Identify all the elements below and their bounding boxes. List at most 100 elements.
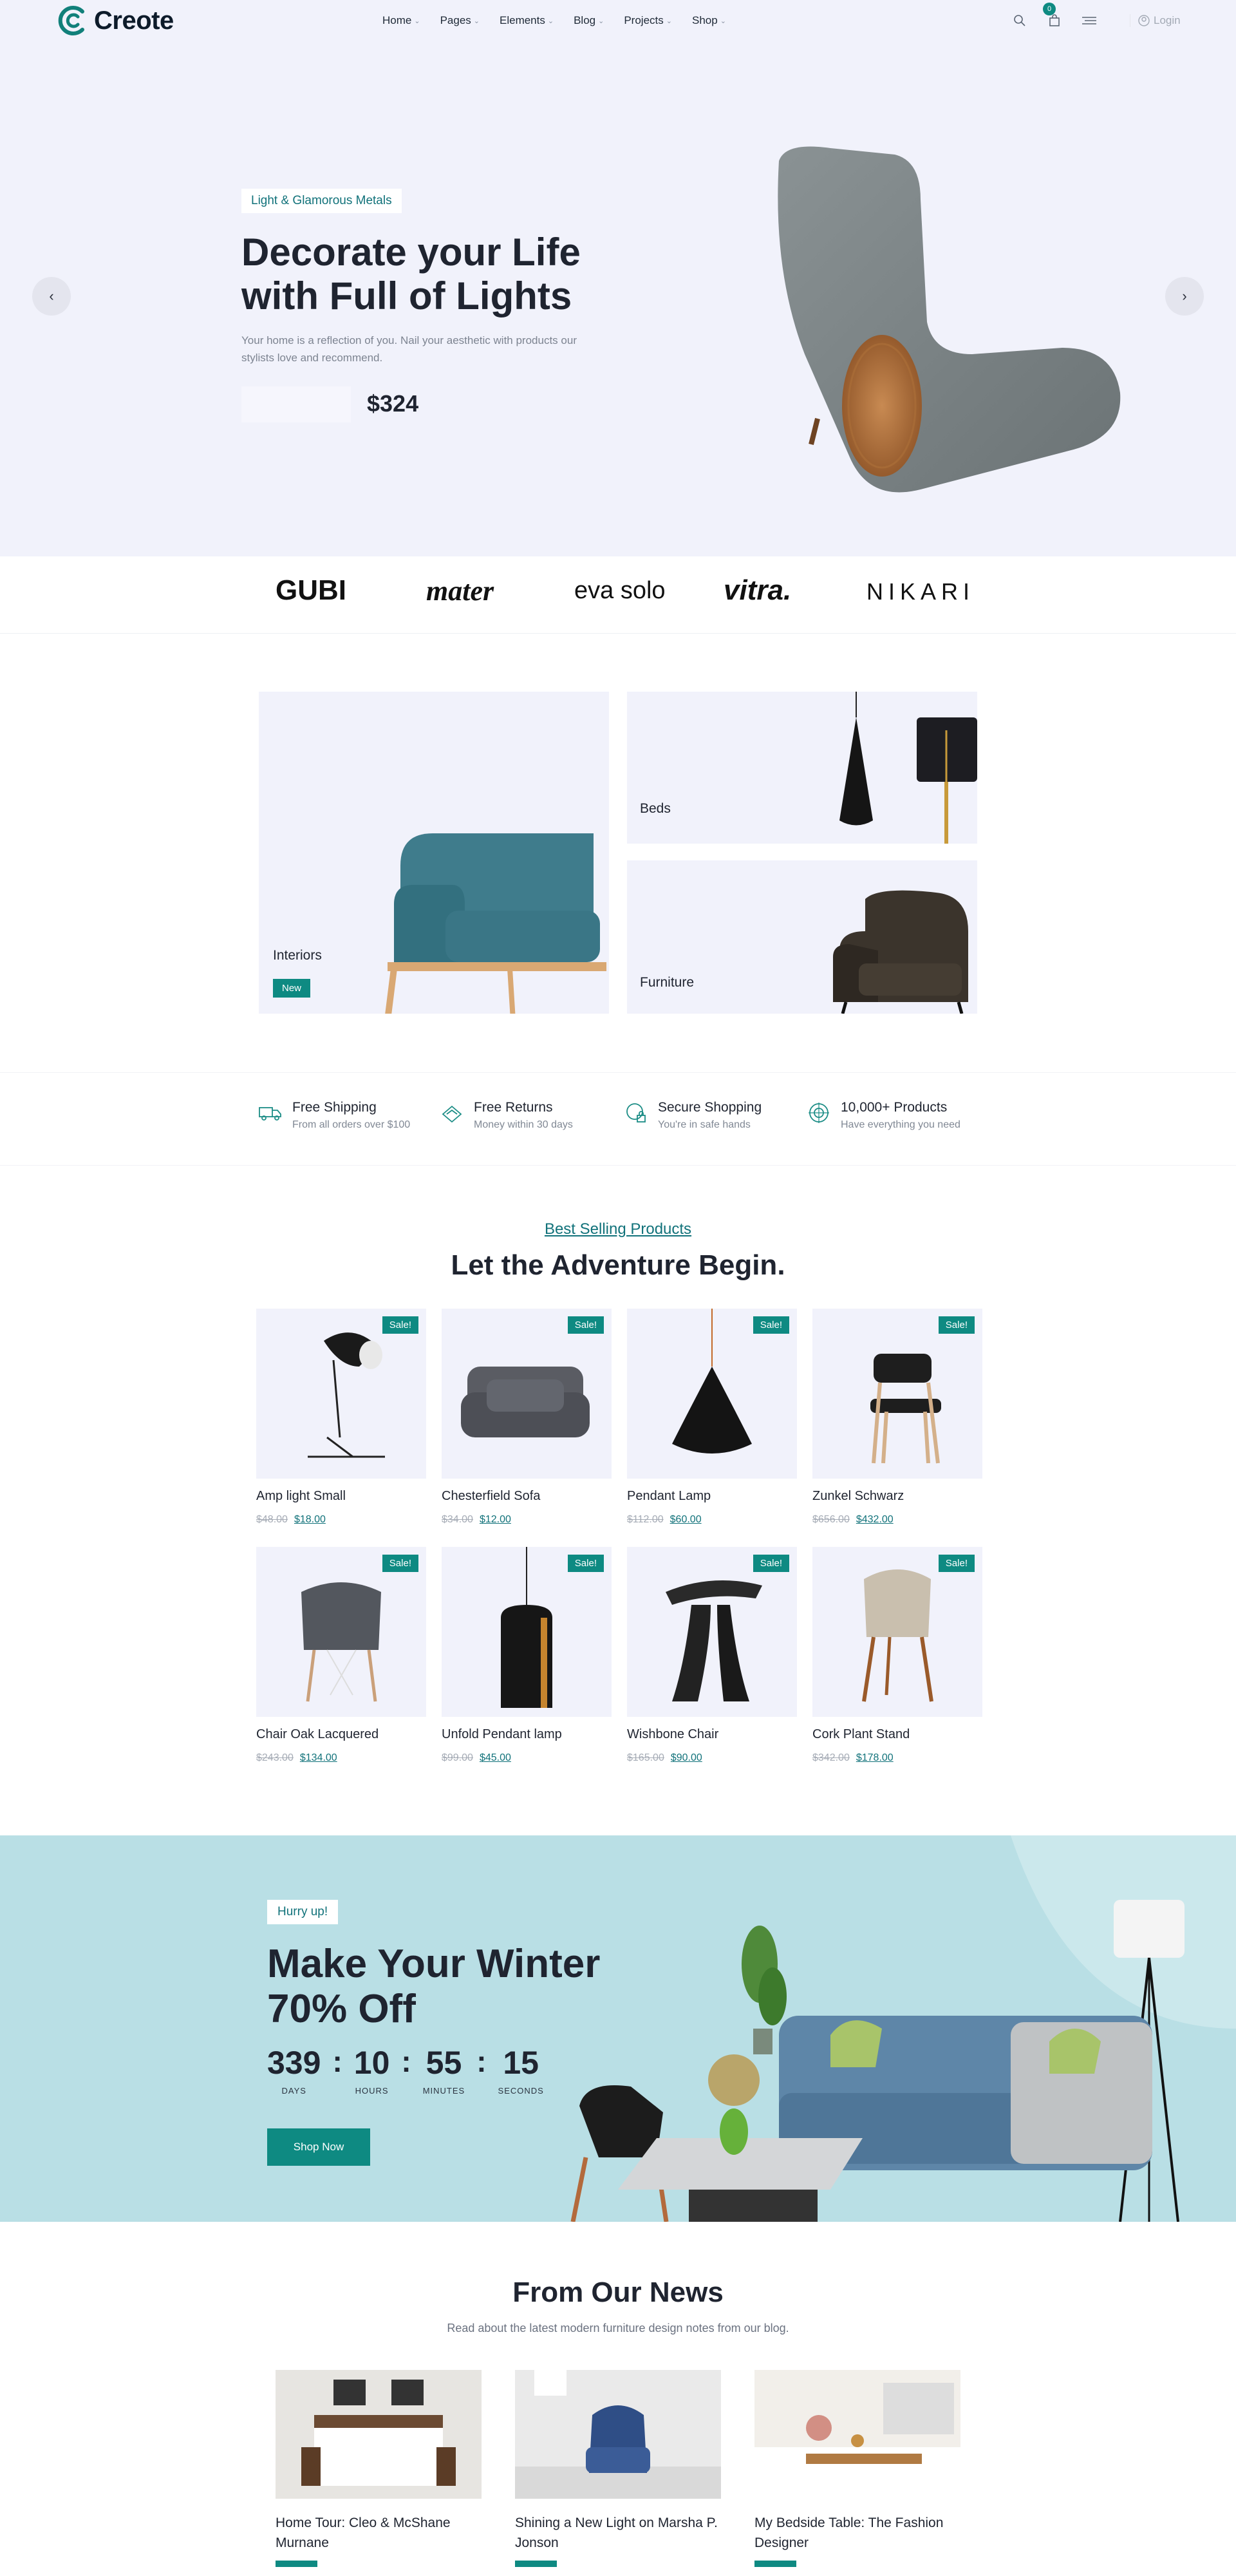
- menu-icon[interactable]: [1080, 12, 1098, 30]
- nav-label: Home: [382, 14, 412, 26]
- product-illustration: [672, 1309, 752, 1454]
- product-card[interactable]: Sale! Amp light Small $48.00 $18.00: [256, 1309, 426, 1526]
- product-image[interactable]: Sale!: [442, 1309, 612, 1479]
- countdown-hours: 10 HOURS: [354, 2045, 390, 2096]
- nav-blog[interactable]: Blog ⌄: [574, 14, 604, 27]
- category-card-beds[interactable]: Beds: [627, 692, 977, 844]
- product-illustration: [461, 1367, 590, 1437]
- news-title[interactable]: My Bedside Table: The Fashion Designer: [754, 2513, 960, 2553]
- product-card[interactable]: Sale! Wishbone Chair $165.00 $90.00: [627, 1547, 797, 1764]
- hero-price: $324: [367, 390, 419, 417]
- brand-logo-gubi[interactable]: GUBI: [276, 574, 346, 607]
- product-image[interactable]: Sale!: [256, 1309, 426, 1479]
- product-card[interactable]: Sale! Zunkel Schwarz $656.00 $432.00: [812, 1309, 982, 1526]
- nav-label: Pages: [440, 14, 471, 26]
- feature-title: Secure Shopping: [658, 1100, 762, 1115]
- features-bar: Free Shipping From all orders over $100 F…: [0, 1072, 1236, 1166]
- site-header: Creote Home ⌄ Pages ⌄ Elements ⌄ Blog ⌄ Proj…: [0, 0, 1236, 45]
- old-price: $656.00: [812, 1514, 850, 1525]
- chevron-down-icon: ⌄: [547, 17, 554, 25]
- category-card-furniture[interactable]: Furniture: [627, 860, 977, 1014]
- product-illustration: [301, 1582, 381, 1702]
- secure-icon: [626, 1103, 646, 1122]
- product-prices: $165.00 $90.00: [627, 1752, 797, 1764]
- product-image[interactable]: Sale!: [812, 1309, 982, 1479]
- feature-secure-shopping: Secure Shopping You're in safe hands: [623, 1100, 762, 1131]
- nav-shop[interactable]: Shop ⌄: [692, 14, 726, 27]
- brand-logo-nikari[interactable]: NIKARI: [866, 578, 975, 605]
- hero-title: Decorate your Life with Full of Lights: [241, 231, 641, 318]
- product-name[interactable]: Wishbone Chair: [627, 1727, 797, 1742]
- product-name[interactable]: Cork Plant Stand: [812, 1727, 982, 1742]
- product-name[interactable]: Pendant Lamp: [627, 1489, 797, 1504]
- nav-label: Elements: [500, 14, 545, 26]
- old-price: $48.00: [256, 1514, 288, 1525]
- hero-shop-button[interactable]: [241, 386, 351, 422]
- product-illustration: [862, 1569, 933, 1702]
- news-title[interactable]: Shining a New Light on Marsha P. Jonson: [515, 2513, 721, 2553]
- news-category-badge[interactable]: [276, 2561, 317, 2567]
- news-title[interactable]: Home Tour: Cleo & McShane Murnane: [276, 2513, 482, 2553]
- news-image[interactable]: [515, 2370, 721, 2499]
- nav-elements[interactable]: Elements ⌄: [500, 14, 554, 27]
- product-image[interactable]: Sale!: [256, 1547, 426, 1717]
- category-label: Beds: [640, 801, 671, 816]
- brand-logo-mater[interactable]: mater: [426, 574, 494, 607]
- product-image[interactable]: Sale!: [442, 1547, 612, 1717]
- product-name[interactable]: Chair Oak Lacquered: [256, 1727, 426, 1742]
- sale-price: $18.00: [294, 1514, 326, 1525]
- nav-pages[interactable]: Pages ⌄: [440, 14, 480, 27]
- login-link[interactable]: Login: [1130, 14, 1181, 27]
- news-card[interactable]: Home Tour: Cleo & McShane Murnane: [276, 2370, 482, 2567]
- product-image[interactable]: Sale!: [627, 1309, 797, 1479]
- product-image[interactable]: Sale!: [627, 1547, 797, 1717]
- news-card[interactable]: My Bedside Table: The Fashion Designer: [754, 2370, 960, 2567]
- best-selling-link[interactable]: Best Selling Products: [0, 1220, 1236, 1238]
- products-icon: [809, 1103, 829, 1123]
- news-image[interactable]: [754, 2370, 960, 2499]
- hero-slider: Light & Glamorous Metals Decorate your L…: [0, 0, 1236, 556]
- sale-price: $178.00: [856, 1752, 894, 1763]
- nav-home[interactable]: Home ⌄: [382, 14, 420, 27]
- product-name[interactable]: Zunkel Schwarz: [812, 1489, 982, 1504]
- slider-prev-button[interactable]: ‹: [32, 277, 71, 316]
- product-card[interactable]: Sale! Pendant Lamp $112.00 $60.00: [627, 1309, 797, 1526]
- news-image[interactable]: [276, 2370, 482, 2499]
- news-category-badge[interactable]: [515, 2561, 557, 2567]
- lamps-image: [839, 692, 977, 844]
- feature-subtitle: You're in safe hands: [658, 1119, 751, 1130]
- product-card[interactable]: Sale! Unfold Pendant lamp $99.00 $45.00: [442, 1547, 612, 1764]
- product-card[interactable]: Sale! Cork Plant Stand $342.00 $178.00: [812, 1547, 982, 1764]
- product-card[interactable]: Sale! Chesterfield Sofa $34.00 $12.00: [442, 1309, 612, 1526]
- product-image[interactable]: Sale!: [812, 1547, 982, 1717]
- product-name[interactable]: Chesterfield Sofa: [442, 1489, 612, 1504]
- sale-badge: Sale!: [938, 1316, 975, 1334]
- slider-next-button[interactable]: ›: [1165, 277, 1204, 316]
- sale-badge: Sale!: [567, 1555, 604, 1572]
- feature-subtitle: Have everything you need: [841, 1119, 960, 1130]
- brand-logo-vitra[interactable]: vitra.: [724, 574, 791, 607]
- sale-price: $60.00: [670, 1514, 702, 1525]
- sale-price: $432.00: [856, 1514, 894, 1525]
- chevron-down-icon: ⌄: [414, 17, 420, 25]
- search-icon[interactable]: [1011, 12, 1029, 30]
- news-section-subtitle: Read about the latest modern furniture d…: [447, 2322, 789, 2334]
- countdown-value: 10: [353, 2045, 390, 2081]
- sale-badge: Sale!: [938, 1555, 975, 1572]
- product-name[interactable]: Unfold Pendant lamp: [442, 1727, 612, 1742]
- feature-title: Free Shipping: [292, 1100, 377, 1115]
- hurry-tag: Hurry up!: [267, 1900, 339, 1924]
- site-logo[interactable]: Creote: [57, 4, 174, 37]
- feature-title: Free Returns: [474, 1100, 553, 1115]
- nav-label: Shop: [691, 14, 718, 26]
- nav-projects[interactable]: Projects ⌄: [624, 14, 672, 27]
- news-card[interactable]: Shining a New Light on Marsha P. Jonson: [515, 2370, 721, 2567]
- countdown-value: 55: [426, 2045, 462, 2081]
- winter-sale-banner: Hurry up! Make Your Winter 70% Off 339 DA…: [0, 1835, 1236, 2222]
- brand-logo-evasolo[interactable]: eva solo: [574, 577, 666, 605]
- product-name[interactable]: Amp light Small: [256, 1489, 426, 1504]
- news-category-badge[interactable]: [754, 2561, 796, 2567]
- category-card-interiors[interactable]: Interiors New: [259, 692, 609, 1014]
- product-card[interactable]: Sale! Chair Oak Lacquered $243.00 $134.00: [256, 1547, 426, 1764]
- shop-now-button[interactable]: Shop Now: [267, 2128, 370, 2166]
